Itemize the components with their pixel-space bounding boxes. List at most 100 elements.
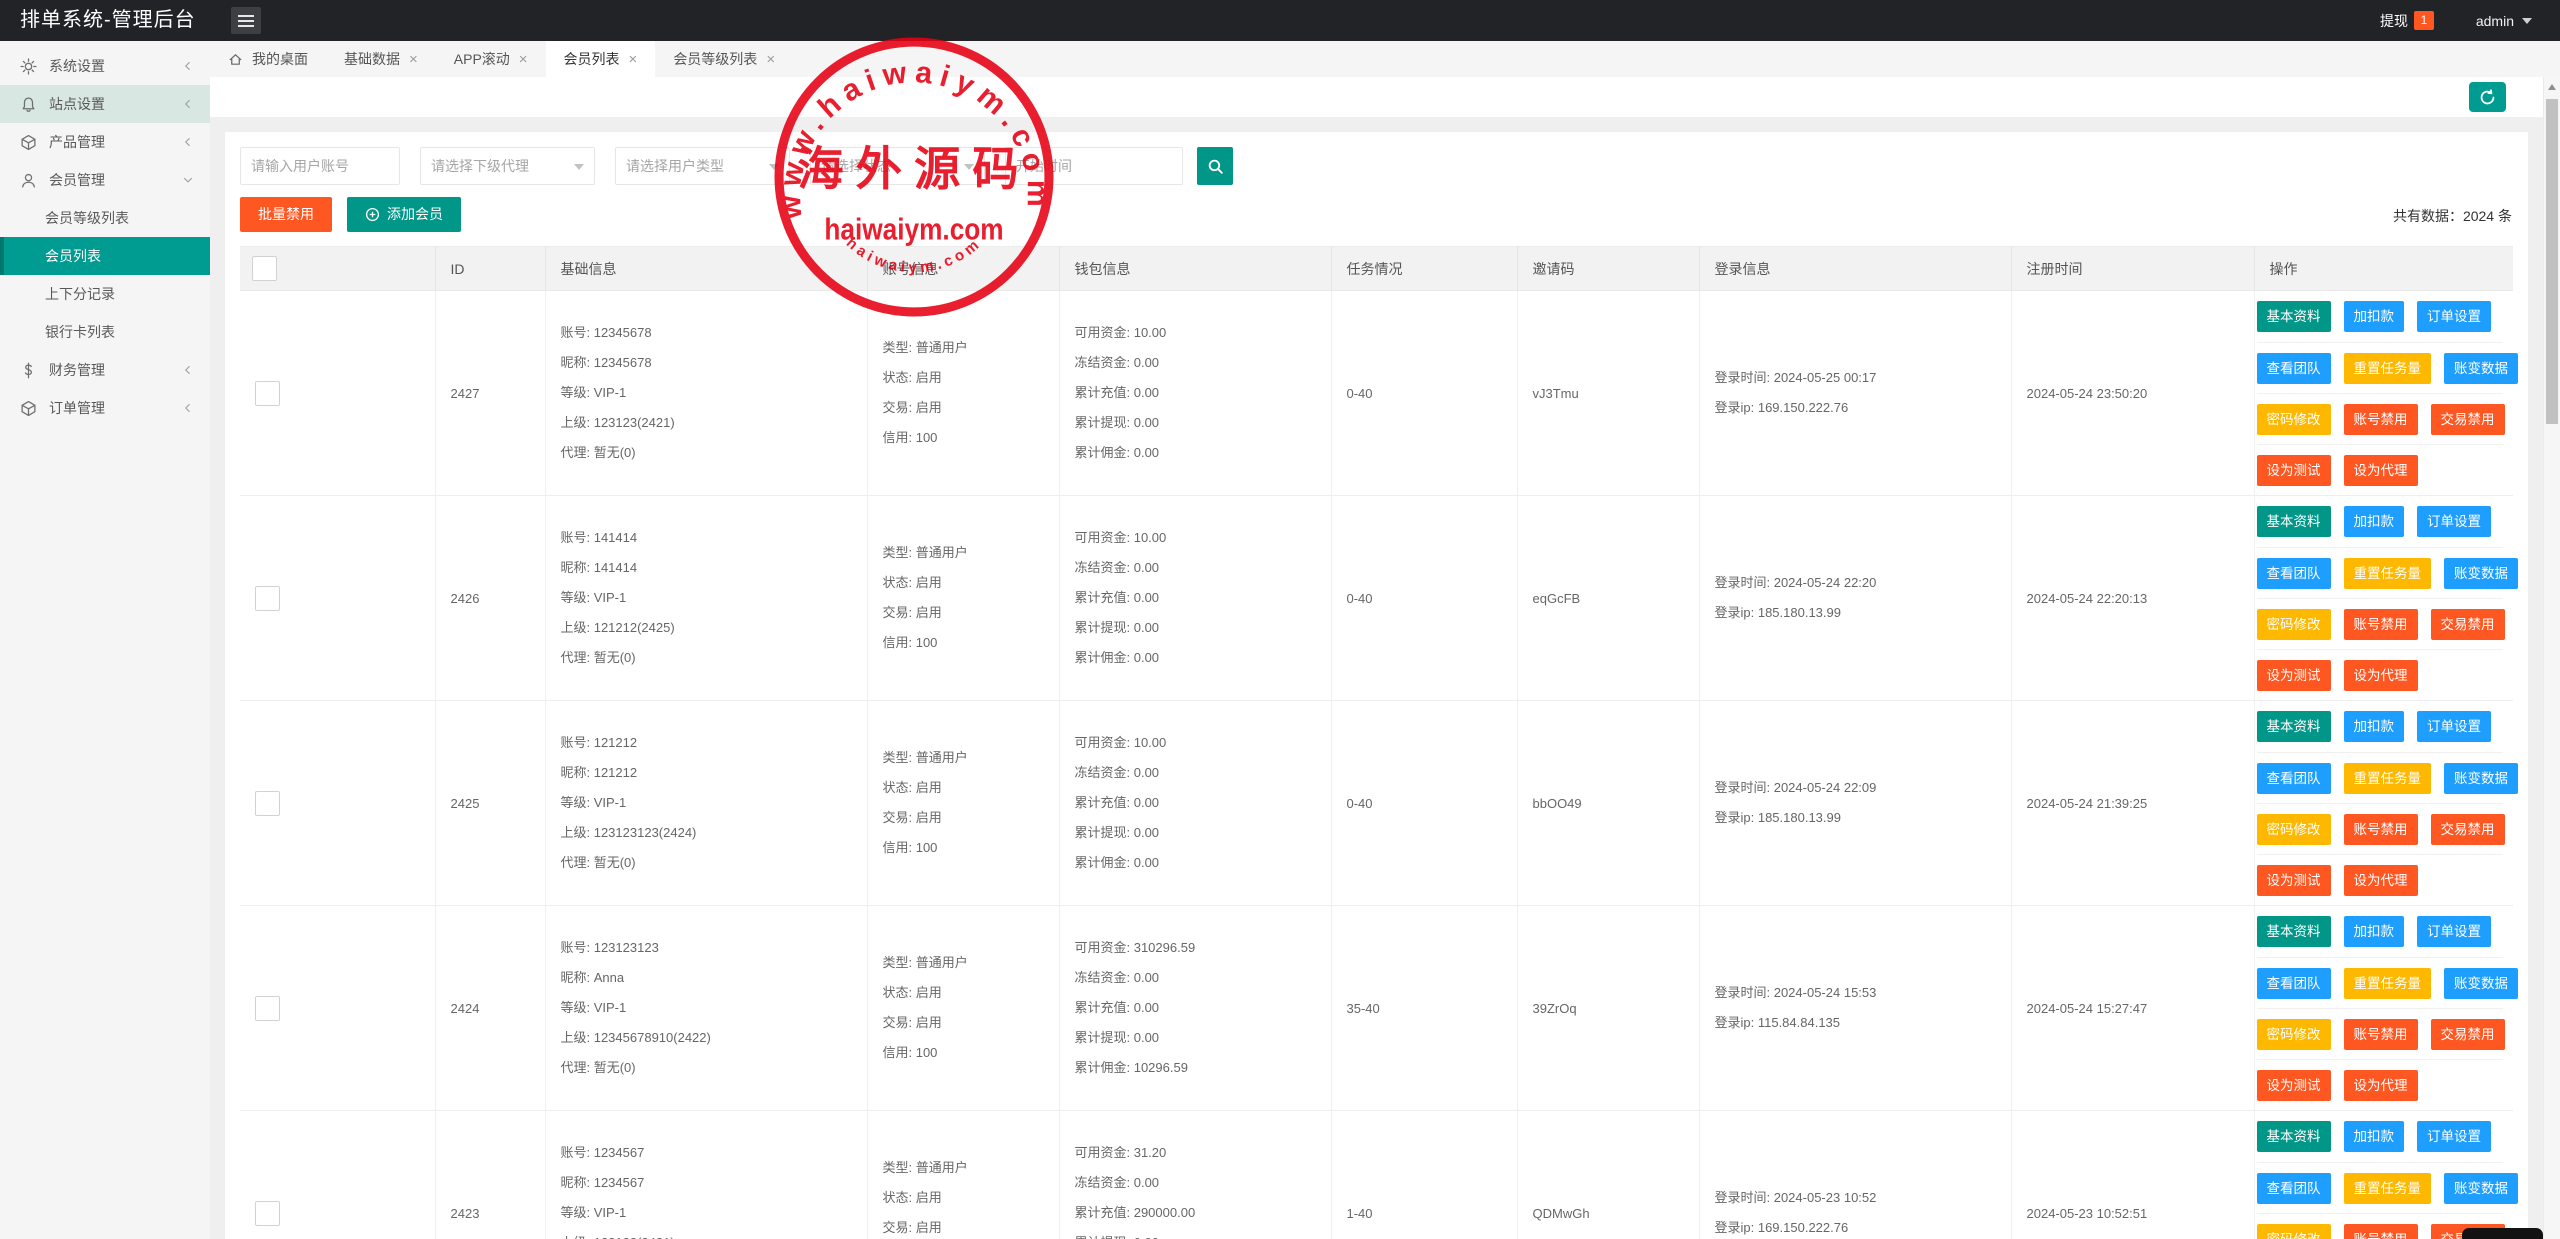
tab-basic-data[interactable]: 基础数据 × — [326, 41, 436, 77]
withdraw-link[interactable]: 提现 1 — [2380, 0, 2434, 41]
action-button[interactable]: 加扣款 — [2344, 916, 2405, 947]
sidebar-item-product-management[interactable]: 产品管理 — [0, 123, 210, 161]
member-table: ID 基础信息 账号信息 钱包信息 任务情况 邀请码 登录信息 注册时间 操作 … — [240, 246, 2513, 1239]
refresh-button[interactable] — [2469, 82, 2506, 112]
action-button[interactable]: 基本资料 — [2257, 301, 2331, 332]
account-search-input[interactable] — [240, 147, 400, 185]
info-line: 累计提现: 0.00 — [1075, 408, 1331, 438]
action-button[interactable]: 设为代理 — [2344, 1070, 2418, 1101]
action-button[interactable]: 密码修改 — [2257, 1019, 2331, 1050]
action-button[interactable]: 查看团队 — [2257, 353, 2331, 384]
sidebar-item-member-management[interactable]: 会员管理 — [0, 161, 210, 199]
action-button[interactable]: 订单设置 — [2417, 916, 2491, 947]
search-button[interactable] — [1197, 147, 1233, 185]
action-button[interactable]: 订单设置 — [2417, 301, 2491, 332]
tab-member-level-list[interactable]: 会员等级列表 × — [655, 41, 793, 77]
tab-member-list[interactable]: 会员列表 × — [546, 41, 656, 77]
close-icon[interactable]: × — [519, 52, 528, 67]
action-button[interactable]: 基本资料 — [2257, 1121, 2331, 1152]
add-member-button[interactable]: 添加会员 — [347, 197, 461, 232]
action-button[interactable]: 密码修改 — [2257, 404, 2331, 435]
action-button[interactable]: 查看团队 — [2257, 968, 2331, 999]
action-button[interactable]: 设为代理 — [2344, 865, 2418, 896]
row-checkbox[interactable] — [255, 381, 280, 406]
sidebar-item-member-level-list[interactable]: 会员等级列表 — [0, 199, 210, 237]
action-button[interactable]: 设为测试 — [2257, 1070, 2331, 1101]
sidebar-item-system-settings[interactable]: 系统设置 — [0, 47, 210, 85]
action-button[interactable]: 密码修改 — [2257, 1224, 2331, 1239]
action-button[interactable]: 订单设置 — [2417, 506, 2491, 537]
info-line: 代理: 暂无(0) — [561, 438, 867, 468]
action-button[interactable]: 交易禁用 — [2431, 609, 2505, 640]
action-button[interactable]: 重置任务量 — [2344, 1173, 2432, 1204]
action-button[interactable]: 设为测试 — [2257, 660, 2331, 691]
sidebar-item-site-settings[interactable]: 站点设置 — [0, 85, 210, 123]
action-button[interactable]: 交易禁用 — [2431, 1019, 2505, 1050]
action-button[interactable]: 重置任务量 — [2344, 763, 2432, 794]
hamburger-menu-icon[interactable] — [231, 7, 261, 34]
scroll-up-arrow-icon[interactable] — [2548, 84, 2556, 90]
start-date-input[interactable] — [1005, 147, 1183, 185]
action-button[interactable]: 账变数据 — [2444, 558, 2518, 589]
user-menu[interactable]: admin — [2476, 0, 2532, 41]
action-button[interactable]: 基本资料 — [2257, 711, 2331, 742]
vertical-scrollbar[interactable] — [2543, 77, 2560, 1239]
action-button[interactable]: 加扣款 — [2344, 711, 2405, 742]
tab-my-desktop[interactable]: 我的桌面 — [210, 41, 326, 77]
action-button[interactable]: 账变数据 — [2444, 1173, 2518, 1204]
action-button[interactable]: 查看团队 — [2257, 1173, 2331, 1204]
action-button[interactable]: 加扣款 — [2344, 301, 2405, 332]
app-title: 排单系统-管理后台 — [20, 0, 196, 41]
action-button[interactable]: 账号禁用 — [2344, 1019, 2418, 1050]
action-button[interactable]: 账变数据 — [2444, 353, 2518, 384]
action-button[interactable]: 查看团队 — [2257, 763, 2331, 794]
action-button[interactable]: 设为代理 — [2344, 455, 2418, 486]
info-line: 累计充值: 290000.00 — [1075, 1198, 1331, 1228]
action-button[interactable]: 重置任务量 — [2344, 558, 2432, 589]
close-icon[interactable]: × — [409, 52, 418, 67]
close-icon[interactable]: × — [629, 52, 638, 67]
sidebar-item-up-down-records[interactable]: 上下分记录 — [0, 275, 210, 313]
action-button[interactable]: 重置任务量 — [2344, 968, 2432, 999]
action-button[interactable]: 账号禁用 — [2344, 814, 2418, 845]
action-button[interactable]: 密码修改 — [2257, 814, 2331, 845]
close-icon[interactable]: × — [766, 52, 775, 67]
agent-select[interactable]: 请选择下级代理 — [420, 147, 595, 185]
select-all-checkbox[interactable] — [252, 256, 277, 281]
status-select[interactable]: 请选择状态 — [810, 147, 985, 185]
action-button[interactable]: 设为代理 — [2344, 660, 2418, 691]
action-button[interactable]: 订单设置 — [2417, 711, 2491, 742]
action-button[interactable]: 设为测试 — [2257, 865, 2331, 896]
row-checkbox[interactable] — [255, 996, 280, 1021]
action-button[interactable]: 账变数据 — [2444, 763, 2518, 794]
user-type-select[interactable]: 请选择用户类型 — [615, 147, 790, 185]
action-button[interactable]: 查看团队 — [2257, 558, 2331, 589]
action-button[interactable]: 基本资料 — [2257, 506, 2331, 537]
member-id-cell: 2427 — [435, 291, 545, 496]
action-button[interactable]: 加扣款 — [2344, 1121, 2405, 1152]
action-button[interactable]: 基本资料 — [2257, 916, 2331, 947]
sidebar-item-order-management[interactable]: 订单管理 — [0, 389, 210, 427]
row-checkbox[interactable] — [255, 1201, 280, 1226]
tab-label: 我的桌面 — [252, 49, 308, 69]
sidebar-item-finance-management[interactable]: 财务管理 — [0, 351, 210, 389]
action-button[interactable]: 密码修改 — [2257, 609, 2331, 640]
action-button[interactable]: 加扣款 — [2344, 506, 2405, 537]
action-button[interactable]: 设为测试 — [2257, 455, 2331, 486]
sidebar-item-member-list[interactable]: 会员列表 — [0, 237, 210, 275]
action-button[interactable]: 账号禁用 — [2344, 1224, 2418, 1239]
action-button[interactable]: 订单设置 — [2417, 1121, 2491, 1152]
sidebar-item-bank-card-list[interactable]: 银行卡列表 — [0, 313, 210, 351]
action-button[interactable]: 重置任务量 — [2344, 353, 2432, 384]
action-button[interactable]: 账号禁用 — [2344, 609, 2418, 640]
batch-disable-button[interactable]: 批量禁用 — [240, 197, 332, 232]
action-button[interactable]: 交易禁用 — [2431, 814, 2505, 845]
action-button[interactable]: 交易禁用 — [2431, 404, 2505, 435]
checkbox-cell — [240, 906, 435, 1111]
row-checkbox[interactable] — [255, 586, 280, 611]
row-checkbox[interactable] — [255, 791, 280, 816]
action-button[interactable]: 账变数据 — [2444, 968, 2518, 999]
tab-app-scroll[interactable]: APP滚动 × — [436, 41, 546, 77]
scrollbar-thumb[interactable] — [2546, 99, 2558, 424]
action-button[interactable]: 账号禁用 — [2344, 404, 2418, 435]
